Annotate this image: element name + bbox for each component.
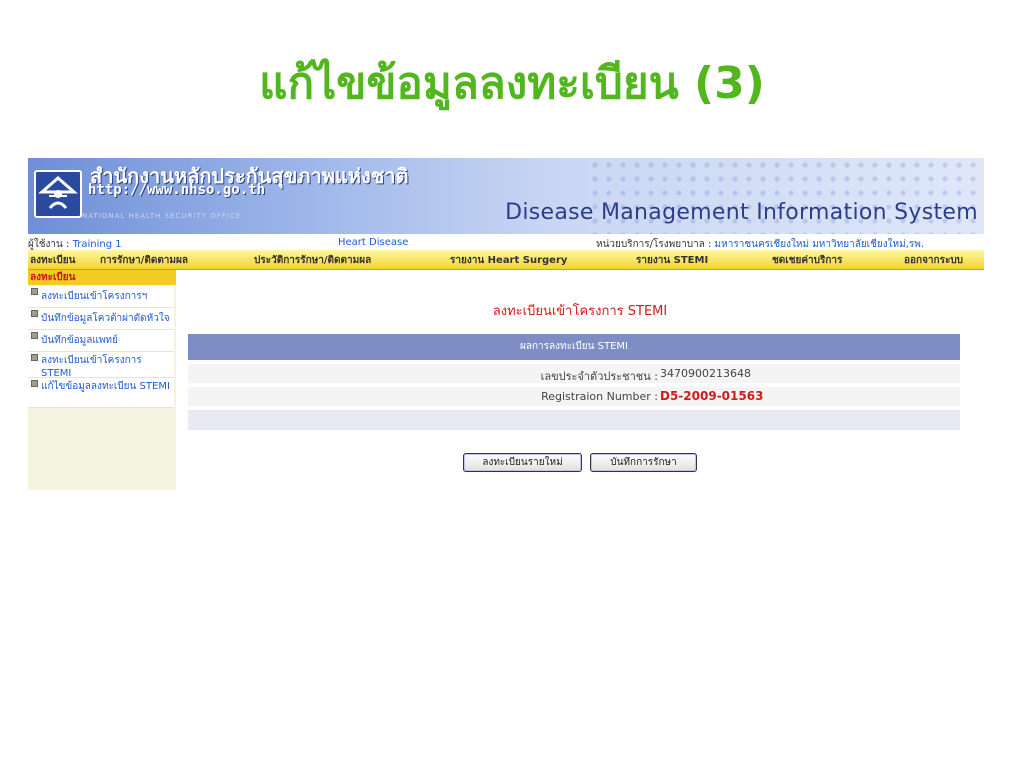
bullet-icon	[31, 380, 38, 387]
sidebar-item-label: ลงทะเบียนเข้าโครงการฯ	[41, 291, 148, 302]
sidebar-heading: ลงทะเบียน	[28, 270, 176, 285]
nav-report-heart-surgery[interactable]: รายงาน Heart Surgery	[450, 253, 567, 268]
main-nav: ลงทะเบียน การรักษา/ติดตามผล ประวัติการรั…	[28, 250, 984, 270]
user-label: ผู้ใช้งาน :	[28, 239, 73, 250]
bullet-icon	[31, 332, 38, 339]
unit-name: มหาราชนครเชียงใหม่ มหาวิทยาลัยเชียงใหม่,…	[714, 239, 925, 250]
org-url: http://www.nhso.go.th	[88, 182, 266, 198]
slide-title: แก้ไขข้อมูลลงทะเบียน (3)	[259, 58, 765, 109]
nav-register[interactable]: ลงทะเบียน	[30, 253, 75, 268]
page-title: ลงทะเบียนเข้าโครงการ STEMI	[492, 304, 668, 319]
app-window: สำนักงานหลักประกันสุขภาพแห่งชาติ http://…	[28, 158, 984, 758]
sidebar-item-label: แก้ไขข้อมูลลงทะเบียน STEMI	[41, 381, 170, 392]
info-row: ผู้ใช้งาน : Training 1 Heart Disease หน่…	[28, 236, 984, 250]
citizen-id-row: เลขประจำตัวประชาชน : 3470900213648	[188, 364, 960, 383]
sidebar-item-heart-surgery-quota[interactable]: บันทึกข้อมูลโควต้าผ่าตัดหัวใจ	[28, 308, 174, 330]
nav-treatment[interactable]: การรักษา/ติดตามผล	[100, 253, 188, 268]
org-subtitle: NATIONAL HEALTH SECURITY OFFICE	[82, 212, 242, 220]
register-new-button[interactable]: ลงทะเบียนรายใหม่	[463, 453, 582, 472]
bullet-icon	[31, 288, 38, 295]
nav-compensation[interactable]: ชดเชยค่าบริการ	[772, 253, 842, 268]
nhso-logo-icon	[34, 170, 82, 218]
citizen-id-value: 3470900213648	[660, 367, 751, 380]
bullet-icon	[31, 354, 38, 361]
registration-number-label: Registraion Number :	[541, 390, 658, 403]
sidebar-item-register-stemi[interactable]: ลงทะเบียนเข้าโครงการ STEMI	[28, 352, 174, 379]
nav-logout[interactable]: ออกจากระบบ	[904, 253, 963, 268]
registration-number-value: D5-2009-01563	[660, 389, 764, 403]
bullet-icon	[31, 310, 38, 317]
sidebar-item-doctor-data[interactable]: บันทึกข้อมูลแพทย์	[28, 330, 174, 352]
nav-history[interactable]: ประวัติการรักษา/ติดตามผล	[254, 253, 371, 268]
sidebar-item-label: ลงทะเบียนเข้าโครงการ STEMI	[41, 355, 142, 379]
registration-number-row: Registraion Number : D5-2009-01563	[188, 387, 960, 406]
panel-footer	[188, 410, 960, 430]
result-panel-heading: ผลการลงทะเบียน STEMI	[188, 334, 960, 360]
user-name: Training 1	[72, 239, 122, 250]
sidebar-item-edit-stemi[interactable]: แก้ไขข้อมูลลงทะเบียน STEMI	[28, 378, 174, 408]
header-banner: สำนักงานหลักประกันสุขภาพแห่งชาติ http://…	[28, 158, 984, 234]
system-title: Disease Management Information System	[505, 200, 978, 225]
sidebar: ลงทะเบียน ลงทะเบียนเข้าโครงการฯ บันทึกข้…	[28, 270, 176, 490]
nav-report-stemi[interactable]: รายงาน STEMI	[636, 253, 708, 268]
program-name: Heart Disease	[338, 237, 409, 248]
sidebar-item-label: บันทึกข้อมูลแพทย์	[41, 335, 118, 346]
record-treatment-button[interactable]: บันทึกการรักษา	[590, 453, 697, 472]
sidebar-item-label: บันทึกข้อมูลโควต้าผ่าตัดหัวใจ	[41, 313, 170, 324]
sidebar-item-register-project[interactable]: ลงทะเบียนเข้าโครงการฯ	[28, 286, 174, 308]
unit-label: หน่วยบริการ/โรงพยาบาล :	[596, 239, 715, 250]
citizen-id-label: เลขประจำตัวประชาชน :	[540, 370, 658, 383]
